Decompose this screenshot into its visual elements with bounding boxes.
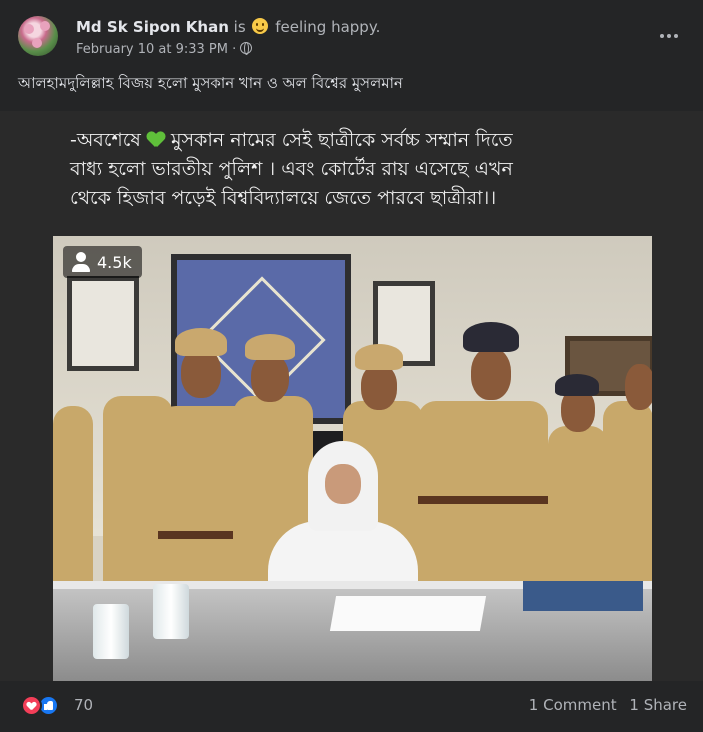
globe-icon[interactable] xyxy=(240,42,253,55)
overlay-line-1a: -অবশেষে xyxy=(70,129,147,151)
author-line: Md Sk Sipon Khan is feeling happy. xyxy=(76,18,380,36)
thumb-glyph-icon xyxy=(44,701,53,710)
comments-link[interactable]: 1 Comment xyxy=(529,696,617,714)
meta-separator: · xyxy=(232,42,237,57)
video-overlay-text: -অবশেষে মুসকান নামের সেই ছাত্রীকে সর্বচ্… xyxy=(70,126,630,213)
avatar[interactable] xyxy=(18,16,58,56)
post-meta: February 10 at 9:33 PM · xyxy=(76,42,253,57)
overlay-line-1: -অবশেষে মুসকান নামের সেই ছাত্রীকে সর্বচ্… xyxy=(70,126,630,155)
love-reaction-icon[interactable] xyxy=(21,695,42,716)
scene-cap xyxy=(355,344,403,370)
overlay-line-1b: মুসকান নামের সেই ছাত্রীকে সর্বচ্চ সম্মান… xyxy=(164,129,513,151)
scene-paper xyxy=(523,581,643,611)
scene-cap xyxy=(463,322,519,352)
scene-officer xyxy=(603,401,652,581)
video-frame[interactable]: 4.5k xyxy=(53,236,652,681)
author-name[interactable]: Md Sk Sipon Khan xyxy=(76,18,229,36)
timestamp[interactable]: February 10 at 9:33 PM xyxy=(76,42,228,57)
scene-officer xyxy=(53,406,93,581)
post-video[interactable]: -অবশেষে মুসকান নামের সেই ছাত্রীকে সর্বচ্… xyxy=(0,111,703,681)
post-footer: 70 1 Comment 1 Share xyxy=(0,681,703,732)
feeling-text: feeling happy. xyxy=(275,18,381,36)
scene-head xyxy=(471,348,511,400)
view-count-badge: 4.5k xyxy=(63,246,142,278)
scene-cap xyxy=(175,328,227,356)
post-header: Md Sk Sipon Khan is feeling happy. Febru… xyxy=(0,0,703,66)
overlay-line-3: থেকে হিজাব পড়েই বিশ্ববিদ্যালয়ে জেতে পা… xyxy=(70,187,497,209)
scene-tumbler xyxy=(153,584,189,639)
user-icon xyxy=(71,251,91,273)
more-dot xyxy=(667,34,671,38)
reaction-count[interactable]: 70 xyxy=(74,696,93,714)
scene-head xyxy=(625,364,652,410)
scene-officer xyxy=(418,401,548,581)
shares-link[interactable]: 1 Share xyxy=(629,696,687,714)
scene-belt xyxy=(418,496,548,504)
scene-officer xyxy=(548,426,608,581)
scene-frame-left xyxy=(67,276,139,371)
engagement-stats: 1 Comment 1 Share xyxy=(529,696,687,714)
scene-tumbler xyxy=(93,604,129,659)
scene-head xyxy=(361,364,397,410)
scene-paper xyxy=(329,596,487,631)
is-text: is xyxy=(233,18,246,36)
green-heart-icon xyxy=(147,132,165,148)
smiley-emoji-icon xyxy=(252,18,269,34)
heart-glyph-icon xyxy=(27,702,36,710)
scene-cap xyxy=(245,334,295,360)
post-caption: আলহামদুলিল্লাহ বিজয় হলো মুসকান খান ও অল… xyxy=(18,74,403,92)
scene-face xyxy=(325,464,361,504)
more-horizontal-icon xyxy=(660,34,664,38)
overlay-line-2: বাধ্য হলো ভারতীয় পুলিশ । এবং কোর্টের রা… xyxy=(70,158,513,180)
more-dot xyxy=(674,34,678,38)
scene-cap xyxy=(555,374,599,396)
more-options-button[interactable] xyxy=(657,24,681,48)
view-count: 4.5k xyxy=(97,252,132,272)
scene-head xyxy=(251,354,289,402)
